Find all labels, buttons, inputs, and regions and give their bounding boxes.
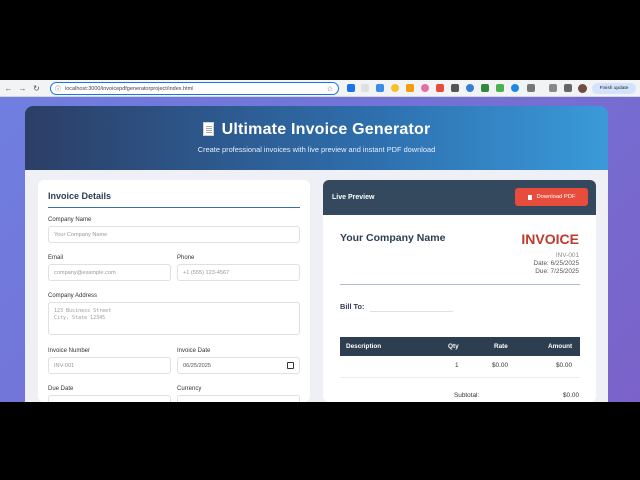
bill-to-line — [370, 311, 453, 312]
page-background: Ultimate Invoice Generator Create profes… — [0, 97, 640, 402]
company-address-label: Company Address — [48, 293, 98, 299]
subtotal-label: Subtotal: — [454, 392, 480, 399]
profile-avatar[interactable] — [578, 84, 587, 93]
invoice-details-title: Invoice Details — [48, 191, 112, 201]
due-date-input[interactable] — [48, 395, 171, 402]
currency-label: Currency — [177, 386, 202, 392]
preview-invoice-date: Date: 6/25/2025 — [533, 260, 579, 267]
download-pdf-button[interactable]: Download PDF — [515, 188, 588, 206]
preview-company-name: Your Company Name — [340, 232, 446, 244]
preview-divider — [340, 284, 580, 285]
url-text: localhost:3000/invoicepdfgeneratorprojec… — [65, 85, 194, 92]
pdf-icon — [527, 194, 532, 200]
company-name-label: Company Name — [48, 217, 92, 223]
extension-green-icon[interactable] — [481, 84, 489, 92]
page-title: Ultimate Invoice Generator — [221, 121, 431, 138]
due-date-label: Due Date — [48, 386, 74, 392]
extension-globe-icon[interactable] — [466, 84, 474, 92]
calendar-icon[interactable] — [287, 362, 294, 369]
column-amount: Amount — [548, 343, 573, 350]
reload-icon[interactable]: ↻ — [31, 83, 42, 94]
download-icon[interactable] — [549, 84, 557, 92]
invoice-date-value: 06/25/2025 — [183, 363, 211, 369]
items-table-header: Description Qty Rate Amount — [340, 337, 580, 356]
bill-to-label: Bill To: — [340, 302, 365, 311]
browser-window: ← → ↻ ⓘ localhost:3000/invoicepdfgenerat… — [0, 80, 640, 402]
invoice-details-card: Invoice Details Company Name Your Compan… — [38, 180, 310, 402]
bookmark-star-icon[interactable]: ☆ — [327, 85, 333, 93]
extension-orange-icon[interactable] — [406, 84, 414, 92]
live-preview-title: Live Preview — [332, 194, 375, 201]
currency-select[interactable] — [177, 395, 300, 402]
company-name-input[interactable]: Your Company Name — [48, 226, 300, 243]
extension-shield-icon[interactable] — [451, 84, 459, 92]
row-qty: 1 — [455, 362, 459, 369]
section-divider — [48, 207, 300, 208]
extension-pink-icon[interactable] — [421, 84, 429, 92]
forward-arrow-icon[interactable]: → — [17, 83, 28, 94]
subtotal-value: $0.00 — [563, 392, 579, 399]
download-pdf-label: Download PDF — [536, 194, 576, 200]
invoice-date-input[interactable]: 06/25/2025 — [177, 357, 300, 374]
page-subtitle: Create professional invoices with live p… — [197, 145, 436, 154]
live-preview-header: Live Preview Download PDF — [323, 180, 596, 215]
page-title-row: Ultimate Invoice Generator — [25, 121, 608, 139]
phone-input[interactable]: +1 (555) 123-4567 — [177, 264, 300, 281]
extension-red-icon[interactable] — [436, 84, 444, 92]
extension-infinity-icon[interactable] — [361, 84, 369, 92]
invoice-date-label: Invoice Date — [177, 348, 211, 354]
email-label: Email — [48, 255, 64, 261]
table-row: 1 $0.00 $0.00 — [340, 356, 580, 378]
preview-due-date: Due: 7/25/2025 — [535, 268, 579, 275]
page-header: Ultimate Invoice Generator Create profes… — [25, 106, 608, 170]
extension-windows-icon[interactable] — [376, 84, 384, 92]
preview-invoice-number: INV-001 — [555, 252, 579, 259]
invoice-heading: INVOICE — [521, 231, 579, 247]
live-preview-card: Live Preview Download PDF Your Company N… — [323, 180, 596, 402]
column-rate: Rate — [494, 343, 508, 350]
row-rate: $0.00 — [492, 362, 508, 369]
email-input[interactable]: company@example.com — [48, 264, 171, 281]
address-bar[interactable]: ⓘ localhost:3000/invoicepdfgeneratorproj… — [50, 82, 339, 95]
extension-yellow-icon[interactable] — [391, 84, 399, 92]
browser-toolbar: ← → ↻ ⓘ localhost:3000/invoicepdfgenerat… — [0, 80, 640, 97]
column-qty: Qty — [448, 343, 459, 350]
lock-icon[interactable] — [564, 84, 572, 92]
column-description: Description — [346, 343, 382, 350]
extension-puzzle-icon[interactable] — [527, 84, 535, 92]
extension-leaf-icon[interactable] — [496, 84, 504, 92]
site-info-icon[interactable]: ⓘ — [55, 84, 61, 93]
row-amount: $0.00 — [556, 362, 572, 369]
address-placeholder-line1: 123 Business Street — [54, 308, 112, 314]
finish-update-button[interactable]: Finish update — [592, 83, 636, 94]
company-address-textarea[interactable]: 123 Business Street City, State 12345 — [48, 302, 300, 335]
phone-label: Phone — [177, 255, 195, 261]
extension-grid-icon[interactable] — [347, 84, 355, 92]
invoice-number-input[interactable]: INV-001 — [48, 357, 171, 374]
back-arrow-icon[interactable]: ← — [3, 83, 14, 94]
address-placeholder-line2: City, State 12345 — [54, 315, 106, 321]
extension-c-icon[interactable] — [511, 84, 519, 92]
document-icon — [202, 122, 214, 136]
invoice-number-label: Invoice Number — [48, 348, 91, 354]
